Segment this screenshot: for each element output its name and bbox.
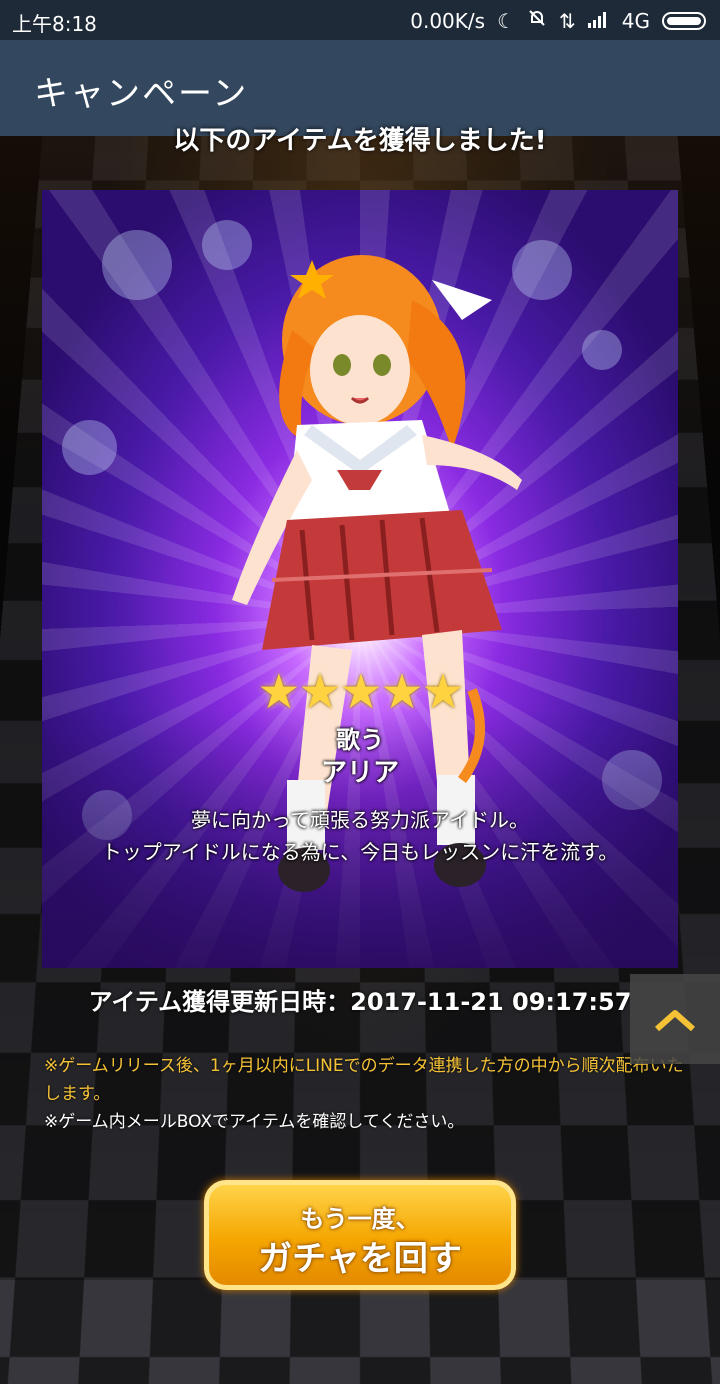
description-line: 夢に向かって頑張る努力派アイドル。 [191, 808, 529, 832]
mute-icon [527, 8, 547, 33]
bokeh-light [102, 230, 172, 300]
net-speed: 0.00K/s [410, 8, 486, 33]
gacha-button-line2: ガチャを回す [258, 1239, 462, 1279]
data-arrows-icon: ⇅ [559, 8, 576, 33]
description-line: トップアイドルになる為に、今日もレッスンに汗を流す。 [101, 840, 619, 864]
notes: ※ゲームリリース後、1ヶ月以内にLINEでのデータ連携した方の中から順次配布いた… [44, 1052, 684, 1136]
page-title: キャンペーン [34, 74, 249, 114]
rarity-stars: ★★★★★ [257, 664, 464, 720]
note-mailbox: ※ゲーム内メールBOXでアイテムを確認してください。 [44, 1112, 465, 1132]
note-distribution: ※ゲームリリース後、1ヶ月以内にLINEでのデータ連携した方の中から順次配布いた… [44, 1056, 684, 1104]
character-description: 夢に向かって頑張る努力派アイドル。 トップアイドルになる為に、今日もレッスンに汗… [42, 804, 678, 868]
gacha-button-line1: もう一度、 [300, 1205, 420, 1233]
bokeh-light [582, 330, 622, 370]
acquired-message: 以下のアイテムを獲得しました! [173, 126, 547, 156]
scroll-to-top-button[interactable] [630, 974, 720, 1064]
status-bar: 上午8:18 0.00K/s ☾ ⇅ 4G [0, 0, 720, 40]
character-card-image: ★★★★★ 歌う アリア 夢に向かって頑張る努力派アイドル。 トップアイドルにな… [42, 190, 678, 968]
network-type: 4G [621, 8, 650, 33]
spin-gacha-again-button[interactable]: もう一度、 ガチャを回す [204, 1180, 516, 1290]
chevron-up-icon [655, 1010, 695, 1032]
status-icons: 0.00K/s ☾ ⇅ 4G [410, 8, 706, 33]
moon-icon: ☾ [497, 8, 515, 33]
status-time: 上午8:18 [12, 12, 97, 36]
battery-icon [662, 11, 706, 30]
character-type: 歌う [336, 726, 384, 754]
acquired-date: アイテム獲得更新日時：2017-11-21 09:17:57 [88, 988, 632, 1016]
signal-icon [587, 9, 610, 33]
character-name: アリア [320, 758, 399, 788]
bokeh-light [62, 420, 117, 475]
